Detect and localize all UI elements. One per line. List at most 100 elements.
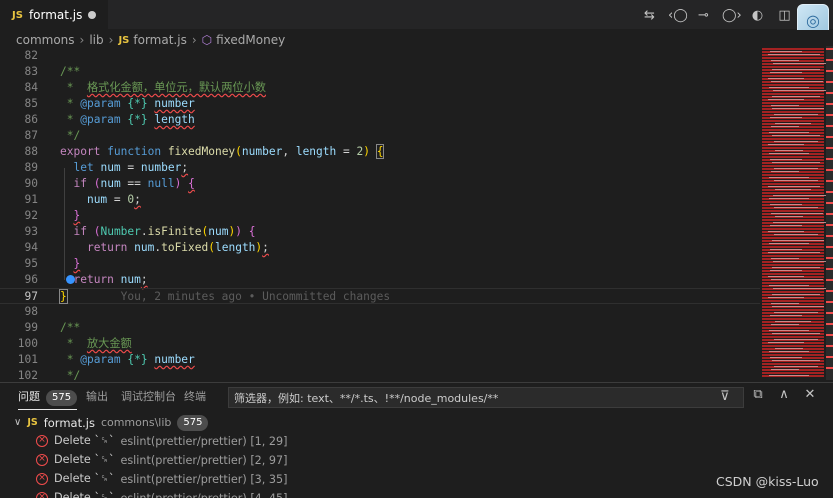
minimap-text-line (774, 312, 818, 313)
tab-terminal[interactable]: 终端 (184, 383, 206, 411)
minimap-text-line (771, 126, 799, 127)
breadcrumb-item-lib[interactable]: lib (89, 33, 103, 47)
code-line[interactable]: 101 * @param {*} number (0, 352, 760, 368)
problems-filter-input[interactable]: 筛选器，例如: text、**/*.ts、!**/node_modules/** (228, 387, 744, 408)
code-line[interactable]: 89 let num = number; (0, 160, 760, 176)
code-line[interactable]: 83 /** (0, 64, 760, 80)
code-line[interactable]: 95 } (0, 256, 760, 272)
code-line[interactable]: 102 */ (0, 368, 760, 380)
problem-count-badge: 575 (46, 390, 78, 406)
minimap[interactable] (762, 46, 826, 380)
minimap-text-line (770, 357, 802, 358)
code-line[interactable]: 99 /** (0, 320, 760, 336)
scrollbar-error-mark (826, 213, 833, 215)
minimap-error-highlight (762, 93, 824, 95)
code-line[interactable]: 93 if (Number.isFinite(num)) { (0, 224, 760, 240)
previous-change-icon[interactable]: ‹◯ (668, 8, 688, 23)
code-line[interactable]: 97} You, 2 minutes ago • Uncommitted cha… (0, 288, 760, 304)
code-line[interactable]: 87 */ (0, 128, 760, 144)
code-line[interactable]: 96 return num; (0, 272, 760, 288)
close-panel-icon[interactable]: ✕ (804, 387, 816, 402)
minimap-text-line (769, 285, 809, 286)
minimap-text-line (772, 69, 820, 70)
minimap-text-line (768, 297, 804, 298)
code-text: */ (60, 368, 80, 380)
minimap-text-line (772, 333, 820, 334)
code-token: num (134, 241, 155, 254)
minimap-error-highlight (762, 57, 824, 59)
code-line[interactable]: 85 * @param {*} number (0, 96, 760, 112)
problem-row[interactable]: × Delete `␍` eslint(prettier/prettier) [2,… (0, 451, 833, 469)
problem-file-path: commons\lib (100, 416, 172, 429)
breadcrumb-item-symbol[interactable]: fixedMoney (216, 33, 285, 47)
minimap-text-line (774, 339, 818, 340)
minimap-text-line (775, 348, 803, 349)
collapse-all-icon[interactable]: ⧉ (752, 387, 764, 402)
commit-icon[interactable]: ⊸ (695, 8, 712, 23)
problem-row[interactable]: × Delete `␍` eslint(prettier/prettier) [4,… (0, 489, 833, 498)
minimap-error-highlight (762, 183, 824, 185)
minimap-text-line (768, 231, 804, 232)
minimap-error-highlight (762, 66, 824, 68)
code-token: number (241, 145, 283, 158)
lightbulb-icon[interactable] (66, 275, 75, 284)
tab-output[interactable]: 输出 (86, 383, 108, 411)
minimap-error-highlight (762, 174, 824, 176)
code-line[interactable]: 91 num = 0; (0, 192, 760, 208)
filter-icon[interactable]: ⊽ (720, 389, 730, 404)
minimap-text-line (773, 261, 826, 262)
code-token: ( (235, 145, 242, 158)
code-line[interactable]: 94 return num.toFixed(length); (0, 240, 760, 256)
code-token: let (73, 161, 94, 174)
open-changes-icon[interactable]: ⇆ (641, 8, 658, 23)
minimap-error-highlight (762, 102, 824, 104)
minimap-text-line (775, 123, 811, 124)
scrollbar-error-mark (826, 125, 833, 127)
next-change-icon[interactable]: ◯› (722, 8, 742, 23)
code-line[interactable]: 100 * 放大金额 (0, 336, 760, 352)
code-text: } You, 2 minutes ago • Uncommitted chang… (59, 289, 390, 305)
code-line[interactable]: 92 } (0, 208, 760, 224)
split-editor-icon[interactable]: ◫ (776, 8, 793, 23)
minimap-text-line (770, 315, 802, 316)
unsaved-dot-icon[interactable] (88, 11, 96, 19)
code-editor[interactable]: 82 83/** 84 * 格式化金额，单位元，默认两位小数 85 * @param … (0, 50, 760, 380)
minimap-text-line (769, 153, 809, 154)
code-token: * (60, 97, 81, 110)
code-token: { (375, 144, 385, 159)
code-line[interactable]: 82 (0, 50, 760, 64)
timeline-icon[interactable]: ◐ (749, 8, 766, 23)
tab-debug-console[interactable]: 调试控制台 (121, 383, 176, 411)
code-token: isFinite (147, 225, 202, 238)
editor-tab-format-js[interactable]: JS format.js (0, 0, 108, 30)
code-token: ; (262, 241, 269, 254)
code-line[interactable]: 98 (0, 304, 760, 320)
code-token: * (60, 81, 87, 94)
error-icon: × (36, 492, 48, 498)
code-text: } (60, 208, 80, 224)
error-icon: × (36, 473, 48, 485)
problem-row[interactable]: × Delete `␍` eslint(prettier/prettier) [1,… (0, 432, 833, 450)
code-line[interactable]: 86 * @param {*} length (0, 112, 760, 128)
code-token: if (73, 177, 87, 190)
breadcrumb-item-commons[interactable]: commons (16, 33, 75, 47)
breadcrumb-separator-icon: › (108, 33, 114, 47)
error-icon: × (36, 435, 48, 447)
breadcrumb-separator-icon: › (79, 33, 85, 47)
code-token: ; (140, 273, 148, 286)
breadcrumb-item-file[interactable]: format.js (133, 33, 186, 47)
code-line[interactable]: 88 export function fixedMoney(number, len… (0, 144, 760, 160)
chevron-down-icon[interactable]: ∨ (14, 417, 21, 428)
problem-file-group[interactable]: ∨ JS format.js commons\lib 575 (0, 413, 833, 432)
code-line[interactable]: 90 if (num == null) { (0, 176, 760, 192)
minimap-error-highlight (762, 138, 824, 140)
problem-row[interactable]: × Delete `␍` eslint(prettier/prettier) [3,… (0, 470, 833, 488)
code-line[interactable]: 84 * 格式化金额，单位元，默认两位小数 (0, 80, 760, 96)
tab-problems[interactable]: 问题 575 (18, 383, 78, 410)
scrollbar-error-mark (826, 235, 833, 237)
maximize-panel-icon[interactable]: ∧ (778, 387, 790, 402)
code-token: if (73, 225, 87, 238)
minimap-text-line (773, 63, 826, 64)
